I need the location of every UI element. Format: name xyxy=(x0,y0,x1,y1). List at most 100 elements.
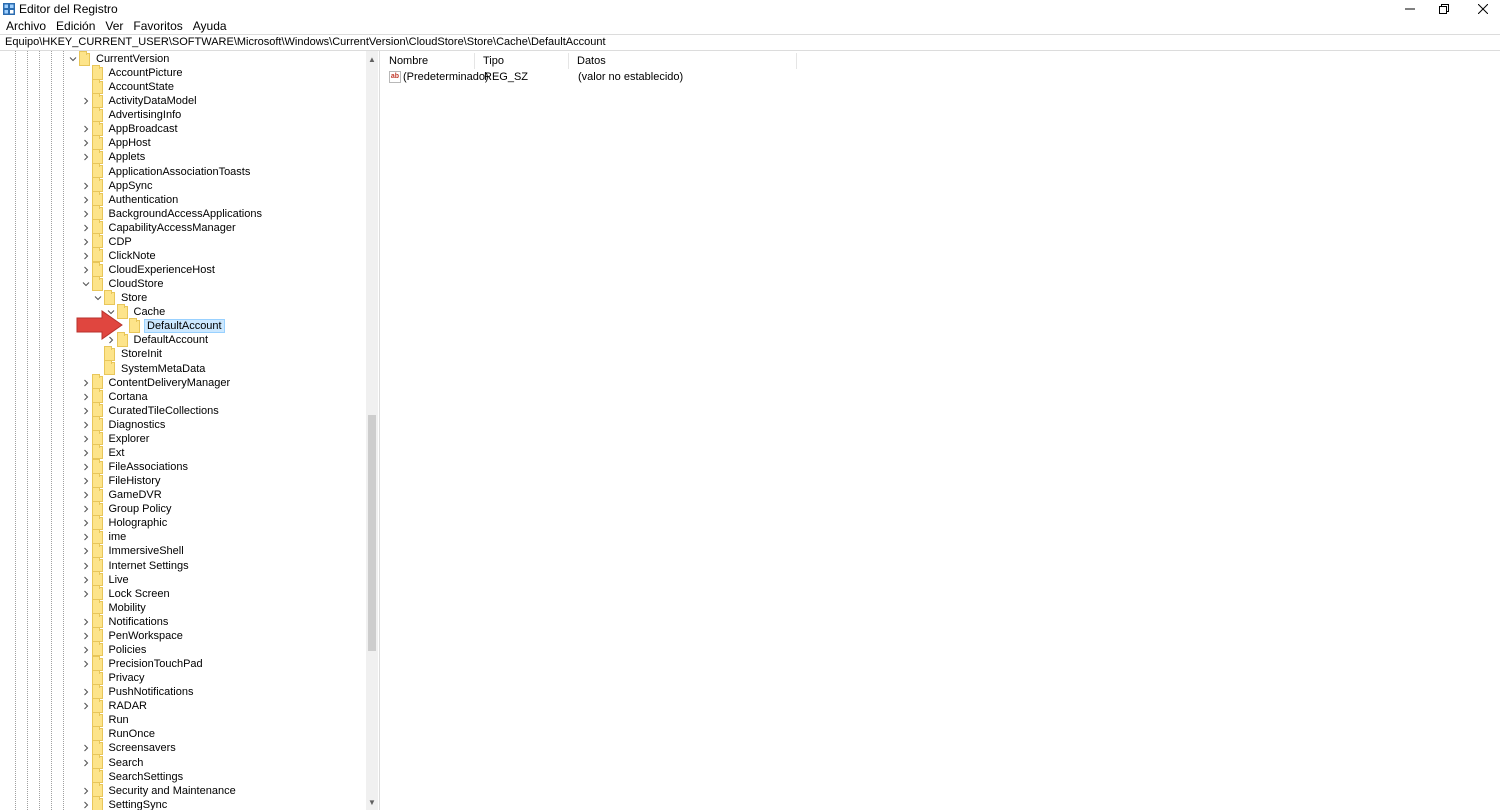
chevron-right-icon[interactable] xyxy=(80,502,92,516)
menu-archivo[interactable]: Archivo xyxy=(0,18,51,34)
chevron-down-icon[interactable] xyxy=(67,52,79,66)
tree-item[interactable]: CDP xyxy=(80,233,134,249)
tree-item[interactable]: Live xyxy=(80,571,131,587)
chevron-right-icon[interactable] xyxy=(80,249,92,263)
chevron-right-icon[interactable] xyxy=(80,432,92,446)
tree-item[interactable]: ContentDeliveryManager xyxy=(80,374,233,390)
chevron-right-icon[interactable] xyxy=(80,530,92,544)
tree-item[interactable]: SettingSync xyxy=(80,796,170,810)
chevron-right-icon[interactable] xyxy=(80,798,92,810)
chevron-down-icon[interactable] xyxy=(80,277,92,291)
tree-item[interactable]: Security and Maintenance xyxy=(80,782,238,798)
scroll-up-icon[interactable]: ▲ xyxy=(366,53,378,65)
tree-item[interactable]: DefaultAccount xyxy=(117,317,225,334)
tree-item-label: PenWorkspace xyxy=(108,629,183,642)
folder-icon xyxy=(91,486,103,502)
chevron-right-icon[interactable] xyxy=(80,587,92,601)
tree-item-label: ApplicationAssociationToasts xyxy=(108,165,251,178)
chevron-right-icon[interactable] xyxy=(80,643,92,657)
chevron-right-icon[interactable] xyxy=(80,235,92,249)
chevron-right-icon[interactable] xyxy=(80,376,92,390)
tree-item[interactable]: StoreInit xyxy=(92,345,164,361)
chevron-right-icon[interactable] xyxy=(80,136,92,150)
folder-icon xyxy=(91,768,103,784)
minimize-button[interactable] xyxy=(1393,0,1427,18)
folder-icon xyxy=(91,458,103,474)
folder-icon xyxy=(91,233,103,249)
tree-item[interactable]: Explorer xyxy=(80,430,152,446)
chevron-right-icon[interactable] xyxy=(80,94,92,108)
folder-icon xyxy=(91,599,103,615)
tree-item[interactable]: Ext xyxy=(80,444,127,460)
address-input[interactable] xyxy=(5,35,1495,50)
chevron-right-icon[interactable] xyxy=(80,756,92,770)
folder-icon xyxy=(91,120,103,136)
chevron-right-icon[interactable] xyxy=(80,418,92,432)
menu-favoritos[interactable]: Favoritos xyxy=(128,18,187,34)
column-header-nombre[interactable]: Nombre xyxy=(381,53,475,69)
tree-item[interactable]: Privacy xyxy=(80,669,147,685)
tree-item[interactable]: CapabilityAccessManager xyxy=(80,219,238,235)
tree-scrollbar[interactable]: ▲ ▼ xyxy=(366,51,378,810)
column-header-tipo[interactable]: Tipo xyxy=(475,53,569,69)
chevron-right-icon[interactable] xyxy=(80,179,92,193)
chevron-right-icon[interactable] xyxy=(80,573,92,587)
menu-edicion[interactable]: Edición xyxy=(51,18,100,34)
column-header-datos[interactable]: Datos xyxy=(569,53,797,69)
chevron-right-icon[interactable] xyxy=(80,122,92,136)
chevron-right-icon[interactable] xyxy=(80,784,92,798)
tree-item[interactable]: CurrentVersion xyxy=(67,51,171,66)
chevron-right-icon[interactable] xyxy=(80,685,92,699)
tree-item[interactable]: Mobility xyxy=(80,599,148,615)
menu-ayuda[interactable]: Ayuda xyxy=(188,18,232,34)
tree-item[interactable]: Run xyxy=(80,711,131,727)
tree-item[interactable]: Applets xyxy=(80,148,148,164)
tree-item[interactable]: BackgroundAccessApplications xyxy=(80,205,264,221)
tree-item[interactable]: Cortana xyxy=(80,388,150,404)
tree-item[interactable]: CuratedTileCollections xyxy=(80,402,221,418)
chevron-right-icon[interactable] xyxy=(80,615,92,629)
tree-item[interactable]: CloudStore xyxy=(80,275,166,291)
chevron-right-icon[interactable] xyxy=(80,221,92,235)
chevron-right-icon[interactable] xyxy=(80,544,92,558)
folder-icon xyxy=(91,571,103,587)
chevron-right-icon[interactable] xyxy=(80,488,92,502)
chevron-right-icon[interactable] xyxy=(80,263,92,277)
chevron-right-icon[interactable] xyxy=(80,559,92,573)
tree-item[interactable]: AppHost xyxy=(80,134,153,150)
tree-item[interactable]: ApplicationAssociationToasts xyxy=(80,163,253,179)
chevron-right-icon[interactable] xyxy=(80,460,92,474)
chevron-right-icon[interactable] xyxy=(80,404,92,418)
chevron-right-icon[interactable] xyxy=(80,629,92,643)
chevron-right-icon[interactable] xyxy=(80,207,92,221)
tree-item[interactable]: Search xyxy=(80,754,146,770)
folder-icon xyxy=(91,219,103,235)
chevron-right-icon[interactable] xyxy=(80,390,92,404)
tree-item[interactable]: ime xyxy=(80,528,129,544)
title-bar: Editor del Registro xyxy=(0,0,1500,18)
chevron-right-icon[interactable] xyxy=(80,474,92,488)
tree-item-label: Group Policy xyxy=(108,503,172,516)
value-row[interactable]: ab (Predeterminado) REG_SZ (valor no est… xyxy=(387,70,1087,84)
close-button[interactable] xyxy=(1466,0,1500,18)
tree-item[interactable]: Policies xyxy=(80,641,149,657)
chevron-right-icon[interactable] xyxy=(80,150,92,164)
chevron-right-icon[interactable] xyxy=(80,193,92,207)
chevron-right-icon[interactable] xyxy=(80,657,92,671)
folder-icon xyxy=(104,289,115,305)
chevron-down-icon[interactable] xyxy=(92,291,104,305)
scroll-thumb[interactable] xyxy=(368,415,376,651)
scroll-down-icon[interactable]: ▼ xyxy=(366,796,378,808)
menu-ver[interactable]: Ver xyxy=(100,18,128,34)
folder-icon xyxy=(91,557,103,573)
tree-item[interactable]: RADAR xyxy=(80,697,150,713)
chevron-right-icon[interactable] xyxy=(80,446,92,460)
tree-item[interactable]: SystemMetaData xyxy=(92,360,207,376)
tree-item[interactable]: CloudExperienceHost xyxy=(80,261,217,277)
restore-button[interactable] xyxy=(1427,0,1461,18)
chevron-right-icon[interactable] xyxy=(80,741,92,755)
chevron-right-icon[interactable] xyxy=(80,516,92,530)
chevron-right-icon[interactable] xyxy=(80,699,92,713)
